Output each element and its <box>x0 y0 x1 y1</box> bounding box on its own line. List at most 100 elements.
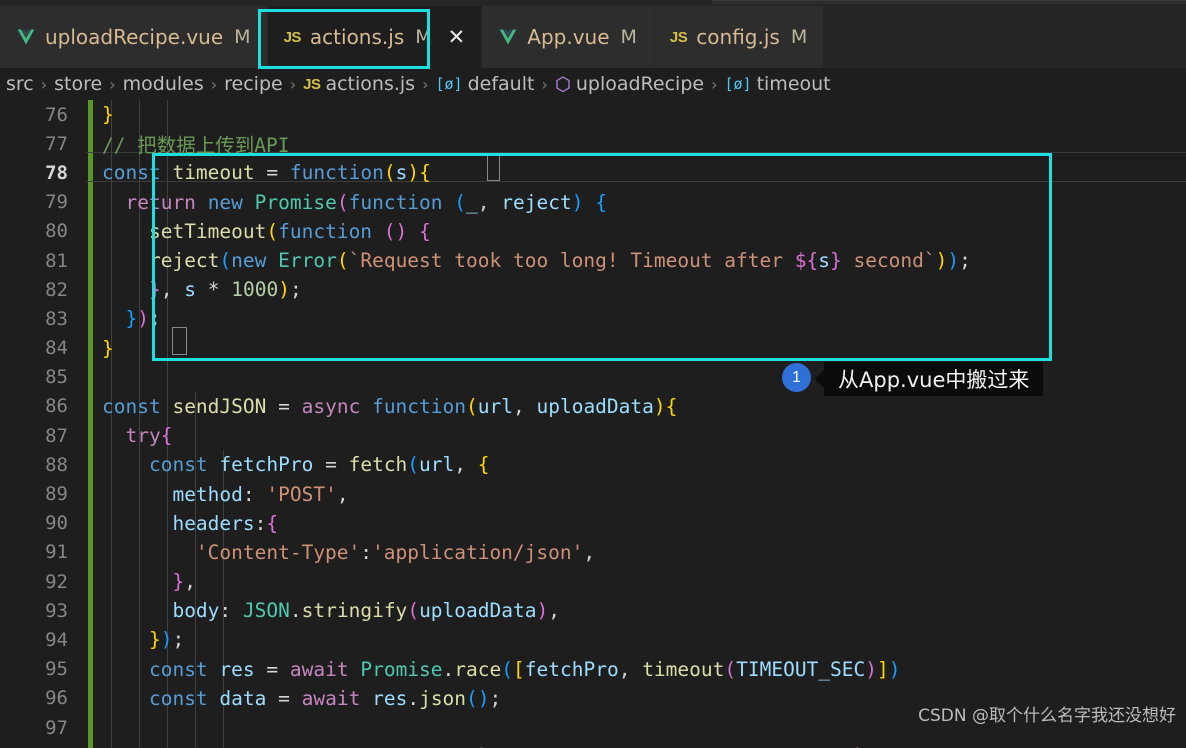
code-line: 91 'Content-Type':'application/json', <box>0 538 1186 567</box>
code-editor[interactable]: 76 } 77 // 把数据上传到API 78 const timeout = … <box>0 100 1186 748</box>
vue-file-icon <box>498 27 518 47</box>
line-number: 97 <box>45 716 68 739</box>
tab-modified-indicator: M <box>790 26 808 48</box>
line-content: try{ <box>125 424 173 448</box>
code-line: 88 const fetchPro = fetch(url, { <box>0 450 1186 479</box>
line-number: 91 <box>45 541 68 564</box>
breadcrumb-label: src <box>6 73 34 95</box>
breadcrumb-item-recipe[interactable]: recipe <box>224 73 283 95</box>
line-number: 76 <box>45 103 68 126</box>
line-content: headers:{ <box>172 511 279 535</box>
line-number: 96 <box>45 687 68 710</box>
code-line: 87 try{ <box>0 421 1186 450</box>
line-number: 95 <box>45 658 68 681</box>
breadcrumb-separator-icon: › <box>109 74 116 94</box>
line-content: body: JSON.stringify(uploadData), <box>172 599 560 623</box>
tab-label: App.vue <box>527 25 610 49</box>
line-number: 89 <box>45 483 68 506</box>
tab-config-js[interactable]: JS config.js M <box>653 6 825 68</box>
annotation-tooltip: 从App.vue中搬过来 <box>814 362 1044 396</box>
close-icon[interactable]: ✕ <box>448 26 466 48</box>
code-line: 77 // 把数据上传到API <box>0 129 1186 158</box>
breadcrumb-item-actions-js[interactable]: JS actions.js <box>303 73 415 95</box>
breadcrumb-separator-icon: › <box>422 74 429 94</box>
line-number: 81 <box>45 249 68 272</box>
breadcrumb-label: recipe <box>224 73 283 95</box>
line-content: reject(new Error(`Request took too long!… <box>148 249 971 273</box>
breadcrumb-item-modules[interactable]: modules <box>123 73 204 95</box>
code-line: 93 body: JSON.stringify(uploadData), <box>0 596 1186 625</box>
line-number: 93 <box>45 599 68 622</box>
breadcrumb-separator-icon: › <box>210 74 218 94</box>
symbol-variable-icon: [ø] <box>435 75 463 93</box>
line-content: const res = await Promise.race([fetchPro… <box>148 657 901 681</box>
breadcrumb: src › store › modules › recipe › JS acti… <box>0 68 1186 100</box>
code-line: 76 } <box>0 100 1186 129</box>
tab-label: config.js <box>696 25 780 49</box>
breadcrumb-item-timeout[interactable]: [ø] timeout <box>724 73 830 95</box>
tab-App-vue[interactable]: App.vue M <box>482 6 654 68</box>
line-number: 84 <box>45 337 68 360</box>
line-content: method: 'POST', <box>172 482 349 506</box>
line-content: const sendJSON = async function(url, upl… <box>102 394 678 418</box>
line-content: // 把数据上传到API <box>102 134 290 158</box>
breadcrumb-separator-icon: › <box>711 74 718 94</box>
line-number: 78 <box>45 161 68 184</box>
line-content: }, <box>172 570 196 594</box>
js-file-icon: JS <box>283 28 302 46</box>
line-number: 80 <box>45 220 68 243</box>
tab-modified-indicator: M <box>620 26 637 48</box>
code-line: 80 setTimeout(function () { <box>0 217 1186 246</box>
code-line: 84 } <box>0 334 1186 363</box>
code-line: 82 }, s * 1000); <box>0 275 1186 304</box>
tab-actions-js[interactable]: JS actions.js M ✕ <box>267 6 483 68</box>
code-line-current: 78 const timeout = function(s){ <box>0 158 1186 187</box>
breadcrumb-item-store[interactable]: store <box>54 73 102 95</box>
line-number: 83 <box>45 307 68 330</box>
vscode-window: uploadRecipe.vue M JS actions.js M ✕ App… <box>0 0 1186 748</box>
symbol-variable-icon: [ø] <box>724 75 752 93</box>
line-number: 92 <box>45 570 68 593</box>
breadcrumb-label: default <box>467 73 535 95</box>
js-file-icon: JS <box>303 75 321 93</box>
line-content: const fetchPro = fetch(url, { <box>148 453 490 477</box>
line-number: 94 <box>45 628 68 651</box>
breadcrumb-label: modules <box>122 73 204 95</box>
line-number: 87 <box>45 424 68 447</box>
breadcrumb-separator-icon: › <box>289 74 297 94</box>
breadcrumb-label: actions.js <box>325 73 416 95</box>
editor-tab-bar: uploadRecipe.vue M JS actions.js M ✕ App… <box>0 6 1186 68</box>
line-number: 77 <box>45 132 68 155</box>
line-number: 79 <box>45 191 68 214</box>
line-content: }); <box>148 628 185 652</box>
code-line: 92 }, <box>0 567 1186 596</box>
breadcrumb-label: store <box>54 73 103 95</box>
line-content: }); <box>125 307 161 331</box>
tab-label: actions.js <box>309 25 405 49</box>
tab-label: uploadRecipe.vue <box>45 25 224 49</box>
breadcrumb-label: timeout <box>756 73 831 95</box>
csdn-watermark: CSDN @取个什么名字我还没想好 <box>918 706 1176 726</box>
breadcrumb-label: uploadRecipe <box>575 73 705 95</box>
code-lines: 76 } 77 // 把数据上传到API 78 const timeout = … <box>0 100 1186 748</box>
code-line: 94 }); <box>0 625 1186 654</box>
code-line: 86 const sendJSON = async function(url, … <box>0 392 1186 421</box>
breadcrumb-item-src[interactable]: src <box>6 73 34 95</box>
js-file-icon: JS <box>669 28 688 46</box>
code-line: 95 const res = await Promise.race([fetch… <box>0 655 1186 684</box>
line-content: 'Content-Type':'application/json', <box>195 540 596 564</box>
line-number: 90 <box>45 512 68 535</box>
breadcrumb-separator-icon: › <box>40 74 48 94</box>
line-content: setTimeout(function () { <box>148 219 431 243</box>
line-content: }, s * 1000); <box>148 278 302 302</box>
code-line: 89 method: 'POST', <box>0 479 1186 508</box>
breadcrumb-item-uploadRecipe[interactable]: uploadRecipe <box>555 73 704 95</box>
line-content: } <box>102 103 114 127</box>
breadcrumb-item-default[interactable]: [ø] default <box>435 73 534 95</box>
tab-uploadRecipe-vue[interactable]: uploadRecipe.vue M <box>0 6 268 68</box>
tab-modified-indicator: M <box>415 26 432 48</box>
line-content: return new Promise(function (_, reject) … <box>125 190 607 214</box>
line-content: } <box>102 336 114 360</box>
line-number: 88 <box>45 453 68 476</box>
line-number: 86 <box>45 395 68 418</box>
